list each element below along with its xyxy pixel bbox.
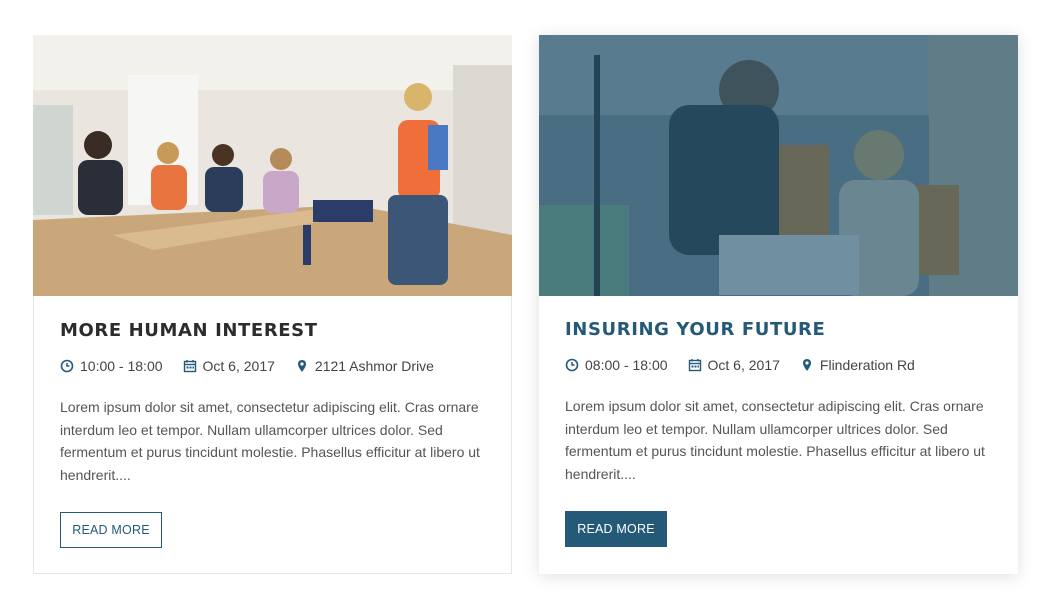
event-image[interactable] (539, 35, 1018, 296)
event-date: Oct 6, 2017 (183, 358, 275, 374)
map-marker-icon (295, 359, 309, 373)
event-card[interactable]: INSURING YOUR FUTURE 08:00 - 18:00 Oct 6… (539, 35, 1018, 574)
event-title[interactable]: INSURING YOUR FUTURE (565, 319, 825, 340)
event-excerpt: Lorem ipsum dolor sit amet, consectetur … (60, 399, 480, 483)
read-more-button[interactable]: READ MORE (565, 511, 667, 547)
event-image[interactable] (33, 35, 512, 296)
map-marker-icon (800, 358, 814, 372)
event-card[interactable]: MORE HUMAN INTEREST 10:00 - 18:00 Oct 6,… (33, 35, 512, 574)
event-time: 08:00 - 18:00 (565, 357, 668, 373)
event-date-text: Oct 6, 2017 (707, 357, 780, 373)
event-location: 2121 Ashmor Drive (295, 358, 434, 374)
event-time: 10:00 - 18:00 (60, 358, 163, 374)
event-location: Flinderation Rd (800, 357, 915, 373)
event-location-text: 2121 Ashmor Drive (314, 358, 434, 374)
event-time-text: 08:00 - 18:00 (585, 357, 668, 373)
event-date-text: Oct 6, 2017 (202, 358, 275, 374)
event-meta: 08:00 - 18:00 Oct 6, 2017 Flinderation R… (565, 357, 935, 373)
read-more-button[interactable]: READ MORE (60, 512, 162, 548)
event-meta: 10:00 - 18:00 Oct 6, 2017 2121 Ashmor Dr… (60, 358, 454, 374)
event-location-text: Flinderation Rd (819, 357, 915, 373)
event-date: Oct 6, 2017 (688, 357, 780, 373)
calendar-icon (183, 359, 197, 373)
clock-icon (565, 358, 579, 372)
event-time-text: 10:00 - 18:00 (80, 358, 163, 374)
image-overlay (539, 35, 1018, 296)
calendar-icon (688, 358, 702, 372)
event-title[interactable]: MORE HUMAN INTEREST (60, 320, 318, 341)
clock-icon (60, 359, 74, 373)
event-excerpt: Lorem ipsum dolor sit amet, consectetur … (565, 398, 985, 482)
